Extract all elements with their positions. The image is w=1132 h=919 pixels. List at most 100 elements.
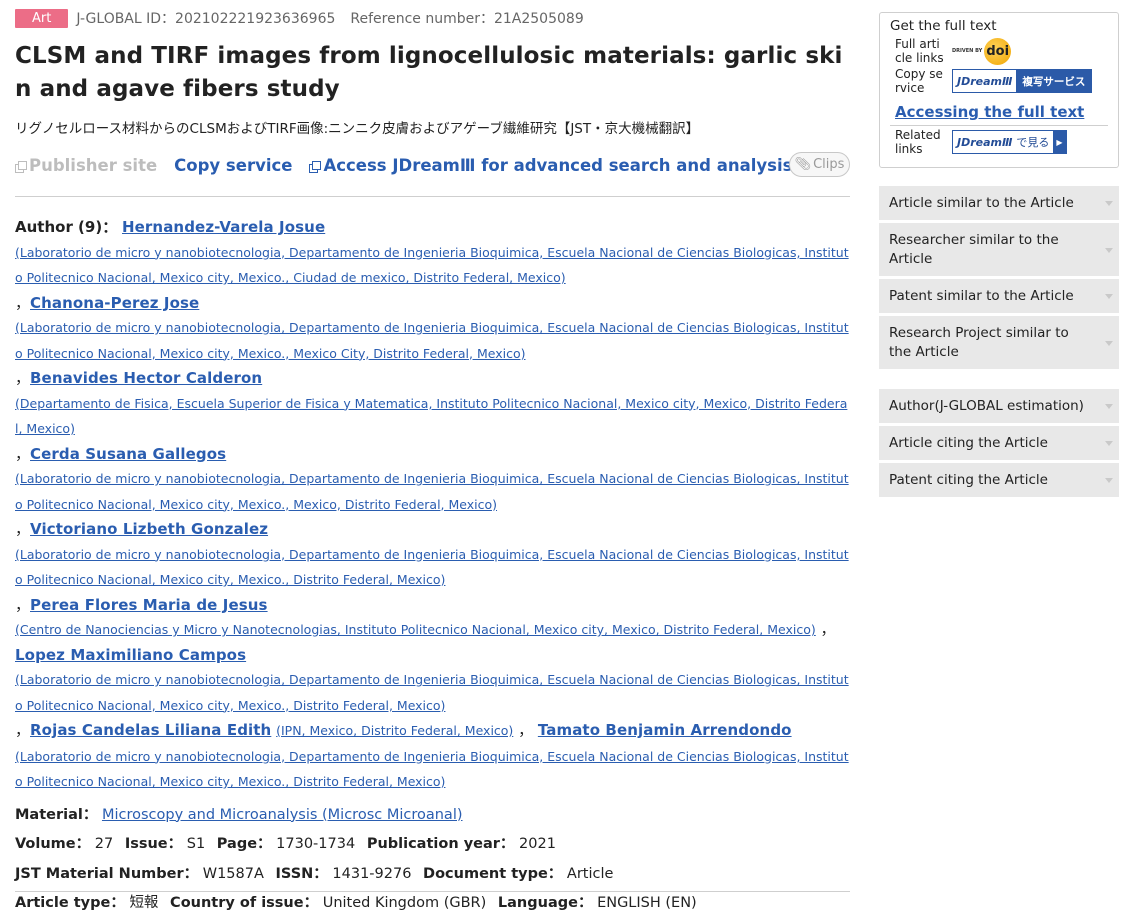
- menu-item-label: Patent similar to the Article: [889, 288, 1074, 304]
- arrow-right-icon: ▶: [1053, 131, 1066, 153]
- bibliographic-fields: Material： Microscopy and Microanalysis (…: [15, 801, 850, 919]
- external-link-icon: [309, 160, 322, 173]
- doi-driven-by: DRIVEN BY: [952, 48, 983, 54]
- document-type-label: Document type：: [423, 865, 563, 882]
- article-meta-row: Art J-GLOBAL ID：202102221923636965 Refer…: [15, 8, 850, 28]
- menu-item-article-similar[interactable]: Article similar to the Article: [879, 186, 1119, 220]
- author-affiliation-link[interactable]: (Centro de Nanociencias y Micro y Nanote…: [15, 622, 816, 637]
- volume-row: Volume： 27 Issue： S1 Page： 1730-1734 Pub…: [15, 830, 850, 860]
- author-affiliation-link[interactable]: (IPN, Mexico, Distrito Federal, Mexico): [276, 723, 513, 738]
- clips-label: Clips: [813, 157, 845, 172]
- jdream-copy-service-button[interactable]: JDreamⅢ 複写サービス: [952, 69, 1093, 93]
- material-link[interactable]: Microscopy and Microanalysis (Microsc Mi…: [102, 807, 463, 823]
- menu-item-label: Researcher similar to the Article: [889, 232, 1059, 267]
- menu-item-research-project-similar[interactable]: Research Project similar to the Article: [879, 316, 1119, 369]
- sidebar: Get the full text Full article links DRI…: [879, 12, 1119, 500]
- citation-menu: Author(J-GLOBAL estimation) Article citi…: [879, 389, 1119, 497]
- doi-logo-icon: doi: [984, 37, 1012, 65]
- author-affiliation-link[interactable]: (Laboratorio de micro y nanobiotecnologi…: [15, 471, 849, 512]
- copy-service-link[interactable]: Copy service: [174, 156, 292, 175]
- section-divider: [15, 196, 850, 197]
- author-name-link[interactable]: Perea Flores Maria de Jesus: [30, 596, 268, 614]
- article-type-label: Article type：: [15, 895, 125, 911]
- chevron-down-icon: [1105, 247, 1113, 253]
- jst-material-number-label: JST Material Number：: [15, 865, 199, 882]
- issue-label: Issue：: [124, 836, 183, 852]
- article-type-value: 短報: [129, 895, 159, 911]
- author-affiliation-link[interactable]: (Laboratorio de micro y nanobiotecnologi…: [15, 672, 849, 713]
- author-affiliation-link[interactable]: (Laboratorio de micro y nanobiotecnologi…: [15, 547, 849, 588]
- similar-menu: Article similar to the Article Researche…: [879, 186, 1119, 369]
- publisher-site-link[interactable]: Publisher site: [15, 156, 157, 175]
- material-label: Material：: [15, 806, 98, 823]
- copy-service-label: Copy service: [895, 67, 943, 95]
- author-affiliation-link[interactable]: (Laboratorio de micro y nanobiotecnologi…: [15, 245, 849, 286]
- jst-row: JST Material Number： W1587A ISSN： 1431-9…: [15, 860, 850, 890]
- reference-number: Reference number：21A2505089: [350, 11, 584, 27]
- publisher-site-label: Publisher site: [29, 155, 158, 175]
- chevron-down-icon: [1105, 294, 1113, 299]
- country-of-issue-label: Country of issue：: [170, 895, 319, 911]
- menu-item-label: Research Project similar to the Article: [889, 325, 1069, 360]
- clips-button[interactable]: 📎︎ Clips: [789, 152, 850, 177]
- jglobal-id: J-GLOBAL ID：202102221923636965: [76, 11, 336, 27]
- author-affiliation-link[interactable]: (Laboratorio de micro y nanobiotecnologi…: [15, 320, 849, 361]
- volume-value: 27: [94, 836, 114, 852]
- menu-item-label: Article citing the Article: [889, 435, 1048, 451]
- issn-label: ISSN：: [275, 865, 328, 882]
- menu-item-researcher-similar[interactable]: Researcher similar to the Article: [879, 223, 1119, 276]
- author-name-link[interactable]: Benavides Hector Calderon: [30, 369, 262, 387]
- author-count-label: Author (9)：: [15, 218, 118, 236]
- article-type-row: Article type： 短報 Country of issue： Unite…: [15, 889, 850, 919]
- country-of-issue-value: United Kingdom (GBR): [322, 895, 487, 911]
- full-text-separator: [890, 125, 1108, 126]
- language-value: ENGLISH (EN): [597, 895, 697, 911]
- copy-service-row: Copy service JDreamⅢ 複写サービス: [890, 67, 1108, 95]
- menu-item-author-estimation[interactable]: Author(J-GLOBAL estimation): [879, 389, 1119, 423]
- doi-link[interactable]: DRIVEN BY doi: [952, 37, 1012, 65]
- full-text-box: Get the full text Full article links DRI…: [879, 12, 1119, 168]
- menu-item-label: Patent citing the Article: [889, 472, 1048, 488]
- jst-material-number-value: W1587A: [202, 865, 264, 882]
- volume-label: Volume：: [15, 836, 91, 852]
- menu-item-label: Article similar to the Article: [889, 195, 1074, 211]
- full-article-links-label: Full article links: [895, 37, 944, 65]
- bottom-divider: [15, 891, 850, 892]
- menu-item-patent-citing[interactable]: Patent citing the Article: [879, 463, 1119, 497]
- full-text-heading: Get the full text: [890, 18, 997, 34]
- author-affiliation-link[interactable]: (Laboratorio de micro y nanobiotecnologi…: [15, 749, 849, 790]
- external-link-icon: [15, 160, 27, 173]
- accessing-full-text-link[interactable]: Accessing the full text: [890, 103, 1108, 121]
- chevron-down-icon: [1105, 340, 1113, 346]
- author-name-link[interactable]: Tamato Benjamin Arrendondo: [538, 721, 792, 739]
- menu-item-article-citing[interactable]: Article citing the Article: [879, 426, 1119, 460]
- chevron-down-icon: [1105, 201, 1113, 206]
- document-type-value: Article: [566, 865, 614, 882]
- publication-year-value: 2021: [519, 836, 556, 852]
- menu-item-patent-similar[interactable]: Patent similar to the Article: [879, 279, 1119, 313]
- japanese-title: リグノセルロース材料からのCLSMおよびTIRF画像:ニンニク皮膚およびアゲーブ…: [15, 121, 700, 137]
- article-main: Art J-GLOBAL ID：202102221923636965 Refer…: [15, 8, 850, 919]
- chevron-down-icon: [1105, 441, 1113, 446]
- access-jdream-link[interactable]: Access JDreamⅢ for advanced search and a…: [309, 156, 799, 175]
- author-affiliation-link[interactable]: (Departamento de Fisica, Escuela Superio…: [15, 396, 847, 437]
- jdream-view-text: で見る: [1016, 131, 1054, 153]
- author-name-link[interactable]: Hernandez-Varela Josue: [122, 218, 325, 236]
- article-title: CLSM and TIRF images from lignocellulosi…: [15, 43, 843, 102]
- related-links-row: Related links JDreamⅢ で見る ▶: [890, 128, 1108, 156]
- article-actions: Publisher site Copy service Access JDrea…: [15, 152, 850, 178]
- chevron-down-icon: [1105, 404, 1113, 409]
- jdream-view-button[interactable]: JDreamⅢ で見る ▶: [952, 130, 1067, 154]
- author-name-link[interactable]: Chanona-Perez Jose: [30, 294, 199, 312]
- author-name-link[interactable]: Rojas Candelas Liliana Edith: [30, 721, 271, 739]
- chevron-down-icon: [1105, 478, 1113, 483]
- jdream-logo: JDreamⅢ: [953, 70, 1017, 92]
- author-list: Author (9)： Hernandez-Varela Josue (Labo…: [15, 218, 849, 790]
- author-name-link[interactable]: Victoriano Lizbeth Gonzalez: [30, 520, 268, 538]
- author-name-link[interactable]: Cerda Susana Gallegos: [30, 445, 226, 463]
- full-article-links-row: Full article links DRIVEN BY doi: [890, 37, 1108, 65]
- issue-value: S1: [186, 836, 206, 852]
- language-label: Language：: [497, 895, 593, 911]
- page-value: 1730-1734: [276, 836, 356, 852]
- author-name-link[interactable]: Lopez Maximiliano Campos: [15, 646, 246, 664]
